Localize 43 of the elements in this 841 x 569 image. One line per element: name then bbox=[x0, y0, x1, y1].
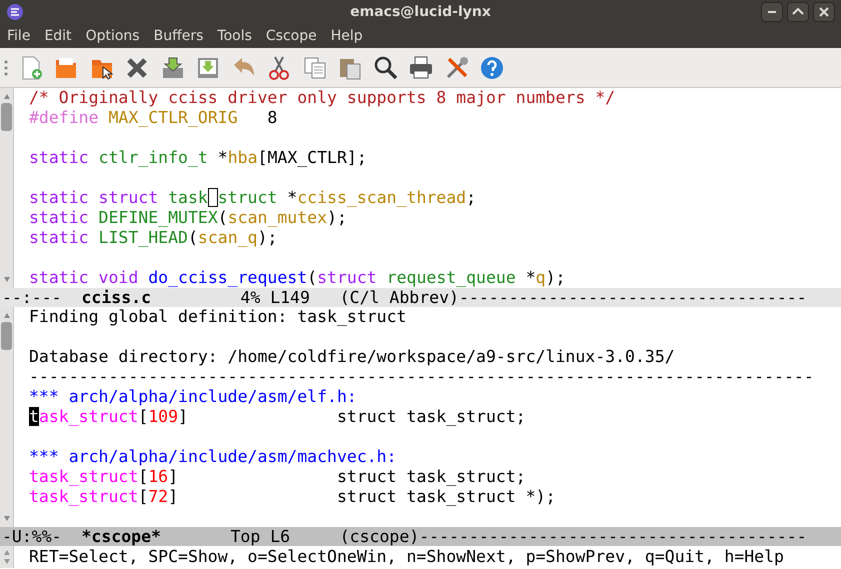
scrollbar[interactable] bbox=[0, 88, 14, 288]
scrollbar[interactable] bbox=[0, 307, 14, 527]
result-line: task_struct[72] struct task_struct *); bbox=[28, 487, 556, 507]
text-cursor bbox=[208, 188, 218, 207]
code-line: static void do_cciss_request(struct request_queue *q); bbox=[28, 268, 566, 288]
code-line: static ctlr_info_t *hba[MAX_CTLR]; bbox=[28, 148, 367, 168]
result-line: task_struct[16] struct task_struct; bbox=[28, 467, 526, 487]
copy-icon[interactable] bbox=[302, 54, 328, 80]
result-line: Finding global definition: task_struct bbox=[28, 307, 406, 327]
scrollbar-thumb[interactable] bbox=[1, 103, 12, 131]
result-line: ------------------------------------------------------------------------------- bbox=[28, 367, 814, 387]
scroll-down-icon[interactable] bbox=[2, 514, 10, 522]
code-line: static struct task struct *cciss_scan_thread; bbox=[28, 188, 476, 208]
code-line: static LIST_HEAD(scan_q); bbox=[28, 228, 278, 248]
menu-item[interactable]: File bbox=[0, 28, 38, 44]
app-icon bbox=[6, 3, 24, 21]
menu-item[interactable]: Tools bbox=[210, 28, 259, 44]
code-line: static DEFINE_MUTEX(scan_mutex); bbox=[28, 208, 347, 228]
scrollbar-thumb[interactable] bbox=[1, 322, 12, 350]
scissors-icon[interactable] bbox=[266, 54, 292, 80]
scroll-down-icon[interactable] bbox=[2, 275, 10, 283]
close-icon[interactable] bbox=[813, 2, 835, 22]
help-icon[interactable] bbox=[479, 54, 505, 80]
menu-item[interactable]: Options bbox=[78, 28, 147, 44]
result-line: task_struct[109] struct task_struct; bbox=[28, 407, 526, 427]
search-icon[interactable] bbox=[372, 54, 398, 80]
code-line: #define MAX_CTLR_ORIG 8 bbox=[28, 108, 278, 128]
scroll-arrows-icon[interactable] bbox=[2, 549, 10, 565]
minimize-icon[interactable] bbox=[761, 2, 783, 22]
result-line: Database directory: /home/coldfire/workspace/a9-src/linux-3.0.35/ bbox=[28, 347, 675, 367]
scroll-up-icon[interactable] bbox=[2, 312, 10, 320]
menu-item[interactable]: Buffers bbox=[146, 28, 210, 44]
result-line: *** arch/alpha/include/asm/machvec.h: bbox=[28, 447, 397, 467]
printer-icon[interactable] bbox=[408, 54, 434, 80]
result-line: *** arch/alpha/include/asm/elf.h: bbox=[28, 387, 357, 407]
window-title: emacs@lucid-lynx bbox=[350, 4, 491, 20]
menu-item[interactable]: Help bbox=[324, 28, 370, 44]
code-line: /* Originally cciss driver only supports 8 major numbers */ bbox=[28, 88, 616, 108]
maximize-icon[interactable] bbox=[787, 2, 809, 22]
scroll-up-icon[interactable] bbox=[2, 93, 10, 101]
menu-item[interactable]: Edit bbox=[37, 28, 79, 44]
menu-item[interactable]: Cscope bbox=[258, 28, 324, 44]
minibuffer-message: RET=Select, SPC=Show, o=SelectOneWin, n=ShowNext, p=ShowPrev, q=Quit, h=Help bbox=[28, 546, 784, 568]
